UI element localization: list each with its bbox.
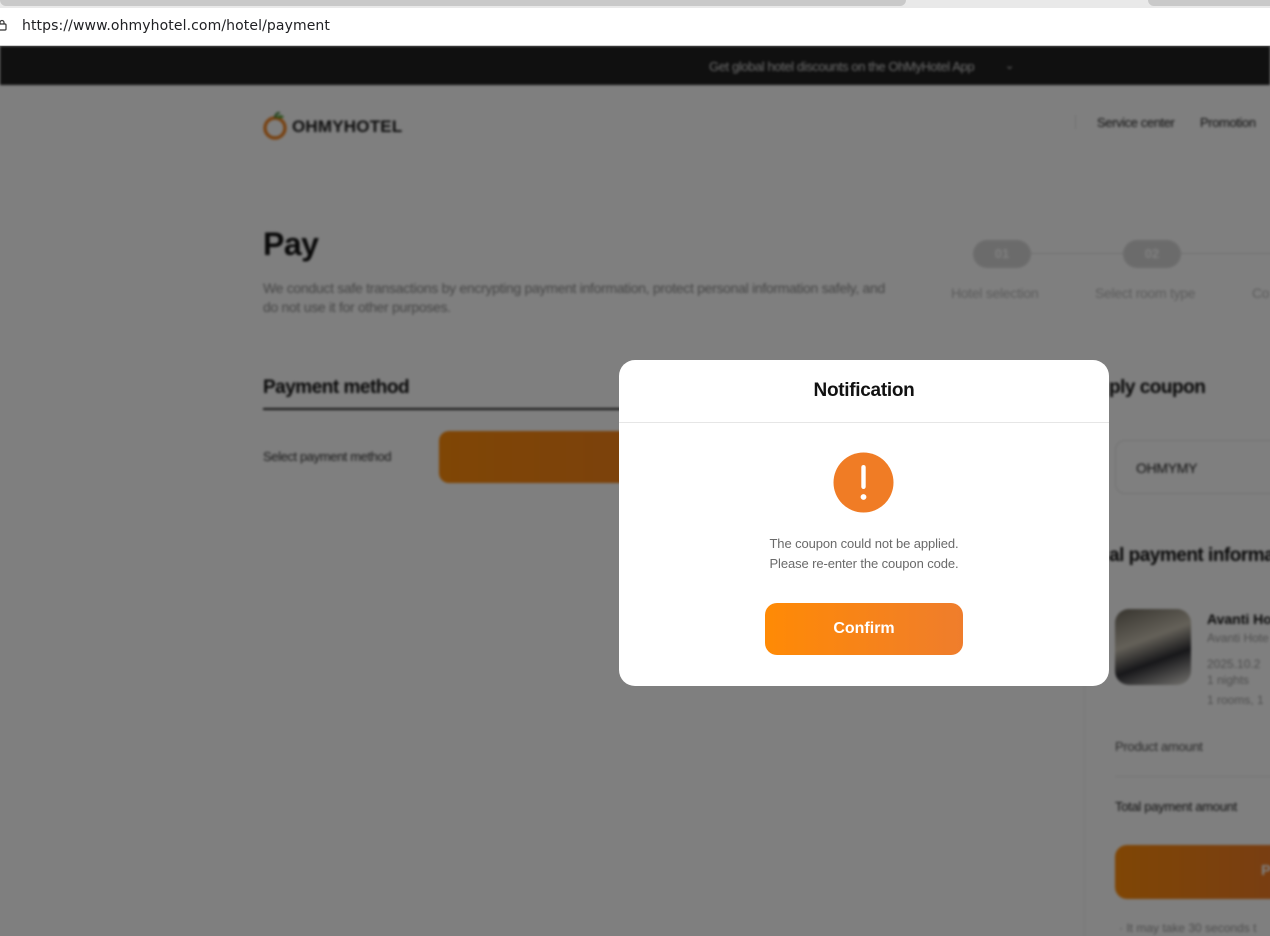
browser-tab[interactable] <box>1148 0 1270 6</box>
modal-message: The coupon could not be applied. Please … <box>619 534 1109 574</box>
exclamation-alert-icon <box>833 452 894 513</box>
url-text[interactable]: https://www.ohmyhotel.com/hotel/payment <box>22 18 330 34</box>
modal-message-line-1: The coupon could not be applied. <box>769 536 959 551</box>
confirm-button[interactable]: Confirm <box>765 603 963 655</box>
address-bar[interactable]: https://www.ohmyhotel.com/hotel/payment <box>0 8 1270 46</box>
modal-message-line-2: Please re-enter the coupon code. <box>769 556 959 571</box>
modal-title: Notification <box>813 380 915 401</box>
site-info-icon[interactable] <box>0 19 7 31</box>
browser-tab-strip <box>0 0 1270 8</box>
modal-header: Notification <box>619 360 1109 423</box>
browser-tab[interactable] <box>0 0 906 6</box>
notification-modal: Notification The coupon could not be app… <box>619 360 1109 686</box>
